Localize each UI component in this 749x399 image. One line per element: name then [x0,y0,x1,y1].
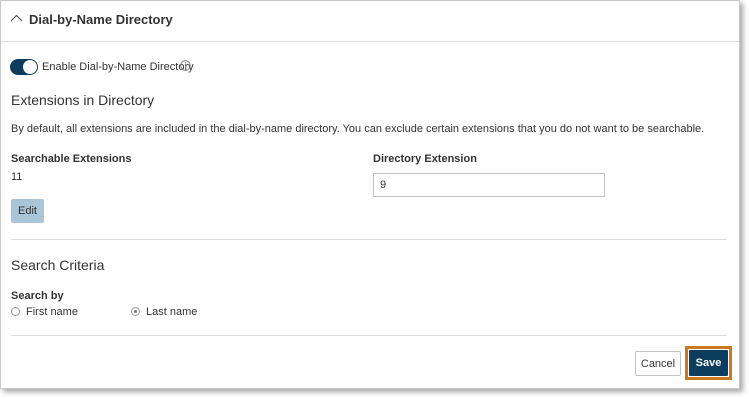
edit-button[interactable]: Edit [11,199,44,223]
cancel-button[interactable]: Cancel [635,351,681,376]
dial-by-name-panel: Dial-by-Name Directory Enable Dial-by-Na… [0,0,740,389]
radio-first-name[interactable] [11,307,20,316]
chevron-up-icon[interactable] [10,13,23,23]
save-button[interactable]: Save [689,350,728,376]
directory-extension-input[interactable] [373,173,605,197]
search-criteria-title: Search Criteria [11,257,105,273]
toggle-knob [23,60,37,74]
info-icon[interactable] [180,60,191,71]
footer-divider [11,335,727,336]
radio-last-name-label[interactable]: Last name [146,306,197,318]
extensions-description: By default, all extensions are included … [11,123,705,135]
panel-header[interactable]: Dial-by-Name Directory [1,1,739,42]
panel-title: Dial-by-Name Directory [29,12,173,27]
radio-selected-dot [134,310,137,313]
searchable-extensions-count: 11 [11,171,23,183]
extensions-section-title: Extensions in Directory [11,92,155,108]
searchable-extensions-label: Searchable Extensions [11,153,132,165]
enable-directory-toggle[interactable] [10,59,38,75]
directory-extension-label: Directory Extension [373,153,477,165]
radio-first-name-label[interactable]: First name [26,306,78,318]
section-divider [11,239,727,240]
enable-directory-label: Enable Dial-by-Name Directory [42,61,194,73]
radio-last-name[interactable] [131,307,140,316]
search-by-label: Search by [11,290,64,302]
